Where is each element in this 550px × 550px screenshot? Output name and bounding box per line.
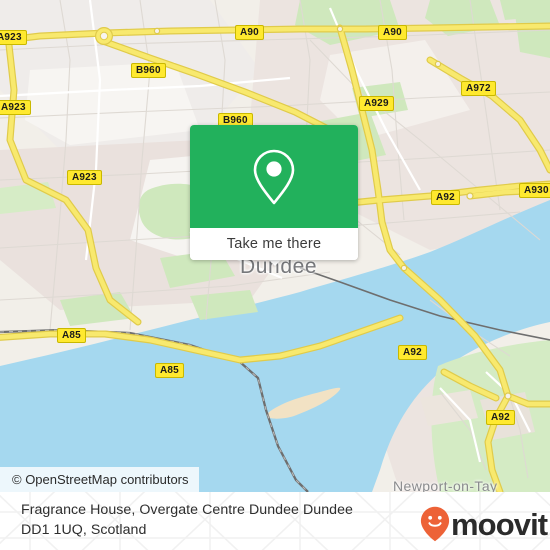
road-shield-a930[interactable]: A930 [519, 183, 550, 198]
callout-pointer [268, 259, 282, 266]
take-me-there-button[interactable]: Take me there [190, 228, 358, 260]
callout-pin-area [190, 125, 358, 228]
road-shield-a90-north-1[interactable]: A90 [235, 25, 264, 40]
road-shield-a92-east[interactable]: A92 [431, 190, 460, 205]
road-shield-a923-south[interactable]: A923 [67, 170, 102, 185]
road-shield-a85-west[interactable]: A85 [57, 328, 86, 343]
address-line-1: Fragrance House, Overgate Centre Dundee … [21, 502, 353, 518]
location-address: Fragrance House, Overgate Centre Dundee … [21, 500, 411, 540]
map-canvas[interactable]: Dundee Newport-on-Tay A923 A90 A90 B960 … [0, 0, 550, 492]
road-shield-a923-west[interactable]: A923 [0, 30, 27, 45]
osm-attribution[interactable]: © OpenStreetMap contributors [0, 467, 199, 492]
map-screenshot-page: Dundee Newport-on-Tay A923 A90 A90 B960 … [0, 0, 550, 550]
footer-bar: Fragrance House, Overgate Centre Dundee … [0, 492, 550, 550]
moovit-smiley-pin-icon [420, 506, 450, 542]
moovit-wordmark: moovit [451, 506, 548, 542]
road-shield-a85-east[interactable]: A85 [155, 363, 184, 378]
location-pin-icon [253, 149, 295, 204]
road-shield-a92-bridge[interactable]: A92 [398, 345, 427, 360]
road-shield-a929[interactable]: A929 [359, 96, 394, 111]
road-shield-a90-north-2[interactable]: A90 [378, 25, 407, 40]
location-callout-card[interactable]: Take me there [190, 125, 358, 260]
road-shield-a92-south[interactable]: A92 [486, 410, 515, 425]
address-line-2: DD1 1UQ, Scotland [21, 522, 147, 538]
place-label-newport-on-tay: Newport-on-Tay [393, 478, 498, 492]
moovit-logo[interactable]: moovit [420, 506, 548, 542]
road-shield-a972[interactable]: A972 [461, 81, 496, 96]
road-shield-a923-left[interactable]: A923 [0, 100, 31, 115]
road-shield-b960-1[interactable]: B960 [131, 63, 166, 78]
